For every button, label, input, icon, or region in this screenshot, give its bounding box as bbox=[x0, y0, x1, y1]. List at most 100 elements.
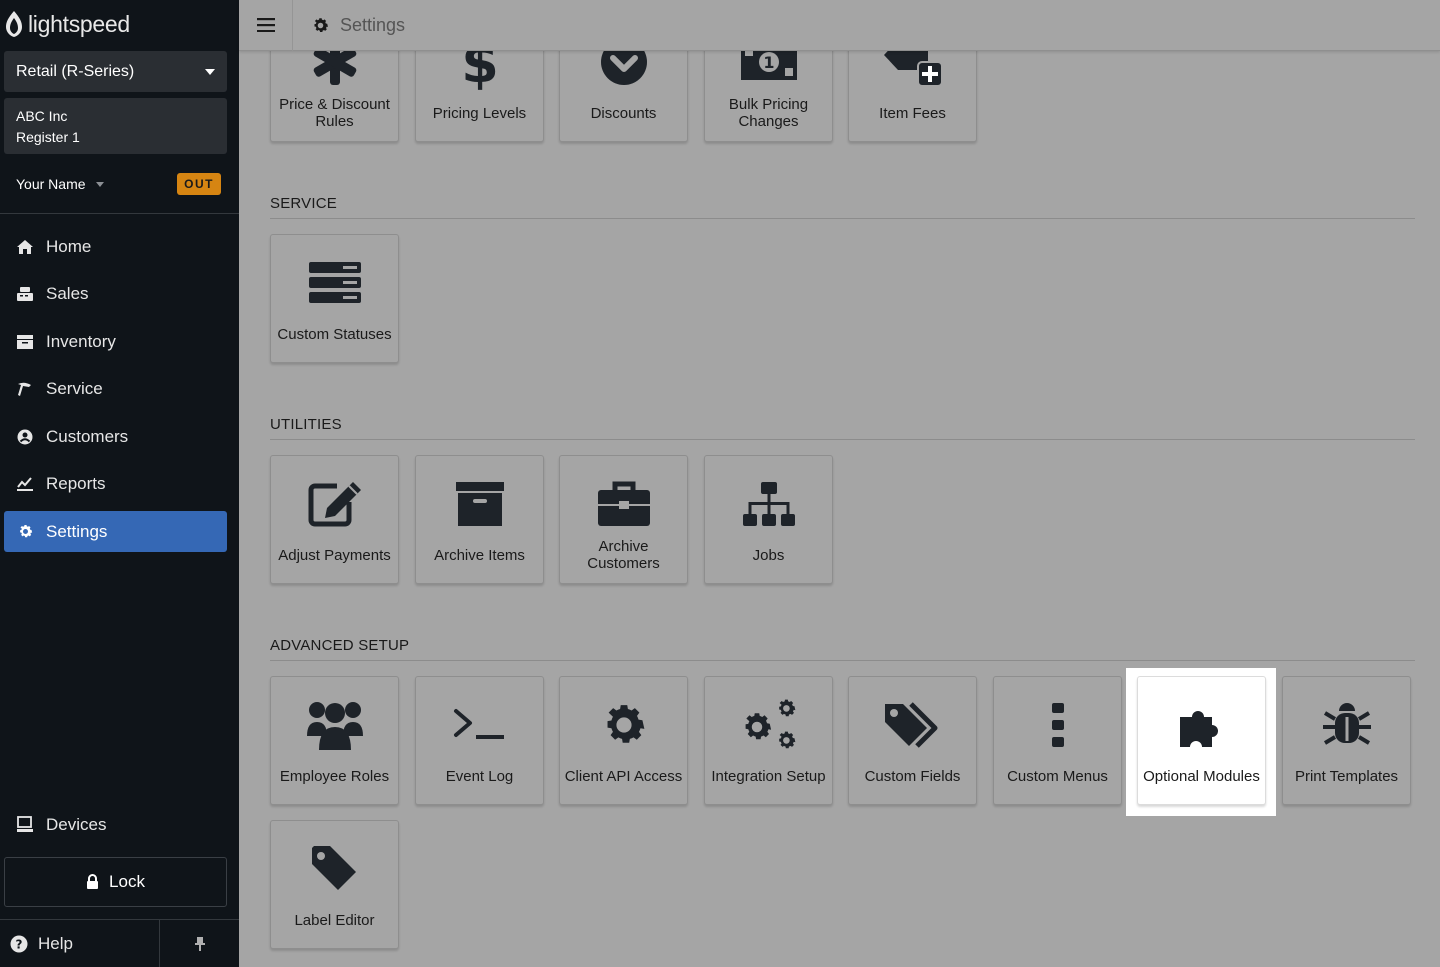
gear-icon bbox=[314, 17, 328, 32]
devices-label: Devices bbox=[46, 814, 107, 834]
tile-label: Print Templates bbox=[1294, 767, 1399, 785]
reports-icon bbox=[16, 475, 34, 493]
tile-optional-modules[interactable]: Optional Modules bbox=[1137, 676, 1266, 805]
computer-icon bbox=[16, 816, 34, 834]
gear-icon bbox=[560, 695, 687, 755]
clock-out-badge[interactable]: OUT bbox=[177, 173, 221, 195]
user-menu[interactable]: Your Name bbox=[16, 176, 104, 192]
tile-custom-statuses[interactable]: Custom Statuses bbox=[270, 234, 399, 363]
money-bill-icon: 1 bbox=[705, 51, 832, 92]
discount-chevron-icon bbox=[560, 51, 687, 92]
tile-label: Custom Menus bbox=[1007, 767, 1108, 785]
briefcase-icon bbox=[560, 474, 687, 534]
tile-label: Label Editor bbox=[294, 911, 375, 929]
nav-label: Inventory bbox=[46, 331, 116, 351]
lightspeed-logo[interactable]: lightspeed bbox=[4, 8, 130, 40]
tile-label: Custom Fields bbox=[864, 767, 961, 785]
tile-pricing-levels[interactable]: $ Pricing Levels bbox=[415, 51, 544, 142]
nav-item-sales[interactable]: Sales bbox=[4, 274, 227, 315]
sitemap-icon bbox=[705, 474, 832, 534]
tile-custom-menus[interactable]: Custom Menus bbox=[993, 676, 1122, 805]
tile-price-discount-rules[interactable]: Price & Discount Rules bbox=[270, 51, 399, 142]
tile-label: Pricing Levels bbox=[432, 104, 527, 122]
chevron-down-icon bbox=[205, 68, 215, 75]
tile-adjust-payments[interactable]: Adjust Payments bbox=[270, 455, 399, 584]
tile-custom-fields[interactable]: Custom Fields bbox=[848, 676, 977, 805]
nav-label: Reports bbox=[46, 474, 106, 493]
lock-icon bbox=[87, 874, 99, 889]
section-title-advanced-setup: ADVANCED SETUP bbox=[270, 637, 410, 654]
archive-box-icon bbox=[416, 474, 543, 534]
tile-employee-roles[interactable]: Employee Roles bbox=[270, 676, 399, 805]
tile-label-editor[interactable]: Label Editor bbox=[270, 820, 399, 949]
tile-label: Archive Items bbox=[434, 546, 525, 564]
nav-item-customers[interactable]: Customers bbox=[4, 416, 227, 457]
tile-label: Event Log bbox=[445, 767, 514, 785]
tile-discounts[interactable]: Discounts bbox=[559, 51, 688, 142]
nav-label: Customers bbox=[46, 426, 129, 446]
tile-label: Jobs bbox=[752, 546, 785, 564]
product-select[interactable]: Retail (R-Series) bbox=[4, 51, 227, 92]
nav-label: Settings bbox=[46, 521, 108, 541]
nav-item-devices[interactable]: Devices bbox=[4, 804, 227, 845]
help-button[interactable]: ? Help bbox=[0, 920, 160, 967]
server-stack-icon bbox=[271, 253, 398, 313]
puzzle-icon bbox=[1138, 695, 1265, 755]
tile-label: Bulk Pricing Changes bbox=[728, 96, 809, 130]
gear-icon bbox=[16, 523, 34, 541]
flame-logo-icon bbox=[6, 11, 22, 37]
tile-bulk-pricing-changes[interactable]: 1 Bulk Pricing Changes bbox=[704, 51, 833, 142]
hamburger-icon bbox=[256, 18, 275, 32]
gears-icon bbox=[705, 695, 832, 755]
tile-label: Optional Modules bbox=[1143, 767, 1260, 785]
bug-icon bbox=[1283, 695, 1410, 755]
tile-integration-setup[interactable]: Integration Setup bbox=[704, 676, 833, 805]
tile-archive-customers[interactable]: Archive Customers bbox=[559, 455, 688, 584]
tile-jobs[interactable]: Jobs bbox=[704, 455, 833, 584]
user-row: Your Name OUT bbox=[16, 172, 221, 196]
tile-item-fees[interactable]: Item Fees bbox=[848, 51, 977, 142]
tag-plus-icon bbox=[849, 51, 976, 92]
nav-item-service[interactable]: Service bbox=[4, 369, 227, 410]
tile-archive-items[interactable]: Archive Items bbox=[415, 455, 544, 584]
nav-item-settings[interactable]: Settings bbox=[4, 511, 227, 552]
tile-print-templates[interactable]: Print Templates bbox=[1282, 676, 1411, 805]
home-icon bbox=[16, 238, 34, 256]
section-divider bbox=[270, 218, 1415, 219]
inventory-icon bbox=[16, 333, 34, 351]
lock-button[interactable]: Lock bbox=[4, 857, 227, 907]
tile-label: Client API Access bbox=[564, 767, 683, 785]
pin-sidebar-button[interactable] bbox=[160, 920, 239, 967]
tile-label: Price & Discount Rules bbox=[279, 96, 390, 130]
sales-icon bbox=[16, 285, 34, 303]
lock-label: Lock bbox=[109, 872, 145, 891]
product-label: Retail (R-Series) bbox=[16, 62, 135, 80]
tile-label: Adjust Payments bbox=[278, 546, 391, 564]
service-icon bbox=[16, 380, 34, 398]
dollar-icon: $ bbox=[416, 51, 543, 92]
tags-icon bbox=[849, 695, 976, 755]
asterisk-icon bbox=[271, 51, 398, 92]
tag-icon bbox=[271, 839, 398, 899]
tile-event-log[interactable]: Event Log bbox=[415, 676, 544, 805]
nav-item-reports[interactable]: Reports bbox=[4, 464, 227, 505]
nav-label: Sales bbox=[46, 284, 89, 303]
store-register-info[interactable]: ABC Inc Register 1 bbox=[4, 98, 227, 154]
page-title-text: Settings bbox=[340, 14, 406, 35]
tile-client-api-access[interactable]: Client API Access bbox=[559, 676, 688, 805]
divider bbox=[0, 213, 239, 214]
register-name: Register 1 bbox=[16, 129, 80, 145]
svg-text:$: $ bbox=[461, 51, 499, 92]
section-title-service: SERVICE bbox=[270, 195, 337, 212]
customers-icon bbox=[16, 428, 34, 446]
section-title-utilities: UTILITIES bbox=[270, 416, 342, 433]
logo-text: lightspeed bbox=[28, 10, 130, 37]
sidebar: lightspeed Retail (R-Series) ABC Inc Reg… bbox=[0, 0, 239, 967]
chevron-down-icon bbox=[95, 181, 104, 187]
nav-label: Home bbox=[46, 236, 92, 256]
settings-content: Price & Discount Rules $ Pricing Levels … bbox=[239, 51, 1440, 967]
nav-item-inventory[interactable]: Inventory bbox=[4, 321, 227, 362]
menu-toggle-button[interactable] bbox=[239, 0, 293, 51]
help-icon: ? bbox=[10, 935, 28, 952]
nav-item-home[interactable]: Home bbox=[4, 226, 227, 267]
